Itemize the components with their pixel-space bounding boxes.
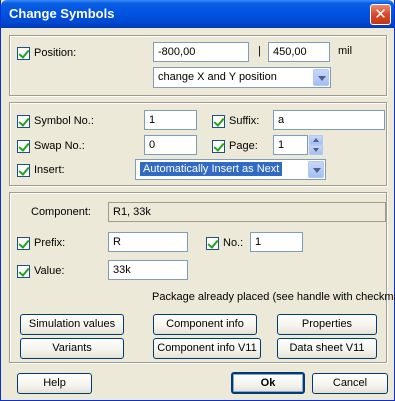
position-separator: |	[258, 45, 261, 57]
component-value: R1, 33k	[108, 202, 386, 222]
ok-button[interactable]: Ok	[231, 372, 305, 394]
component-info-v11-button[interactable]: Component info V11	[153, 338, 261, 359]
checkbox-checked-icon	[17, 236, 30, 250]
component-info-button[interactable]: Component info	[153, 314, 257, 335]
position-group: Position: -800,00 | 450,00 mil change X …	[9, 35, 387, 96]
chevron-down-icon[interactable]	[308, 161, 324, 178]
checkbox-checked-icon	[17, 114, 30, 128]
symbol-no-input[interactable]: 1	[144, 110, 197, 130]
no-input[interactable]: 1	[250, 232, 303, 252]
stepper-down-icon[interactable]	[309, 145, 323, 155]
cancel-button[interactable]: Cancel	[312, 373, 388, 394]
simulation-values-button[interactable]: Simulation values	[20, 314, 124, 335]
value-label: Value:	[34, 265, 65, 277]
package-status-text: Package already placed (see handle with …	[152, 291, 395, 303]
checkbox-checked-icon	[17, 139, 30, 153]
checkbox-checked-icon	[17, 46, 30, 60]
swap-no-label: Swap No.:	[34, 140, 85, 152]
position-label: Position:	[34, 47, 77, 59]
close-button[interactable]: ✕	[370, 4, 391, 25]
no-label: No.:	[223, 237, 244, 249]
position-y-input[interactable]: 450,00	[268, 42, 330, 62]
title-bar[interactable]: Change Symbols ✕	[1, 0, 394, 28]
position-checkbox[interactable]: Position:	[17, 45, 76, 61]
insert-checkbox[interactable]: Insert:	[17, 162, 65, 178]
position-x-input[interactable]: -800,00	[153, 42, 249, 62]
checkbox-checked-icon	[206, 236, 219, 250]
swap-no-input[interactable]: 0	[144, 135, 197, 155]
properties-button[interactable]: Properties	[277, 314, 377, 335]
position-mode-select[interactable]: change X and Y position	[153, 67, 331, 88]
page-checkbox[interactable]: Page:	[212, 138, 258, 154]
page-stepper[interactable]	[309, 135, 323, 155]
suffix-label: Suffix:	[229, 115, 260, 127]
prefix-label: Prefix:	[34, 237, 66, 249]
dialog-title: Change Symbols	[9, 6, 115, 21]
page-label: Page:	[229, 140, 258, 152]
close-icon: ✕	[374, 5, 387, 23]
chevron-down-icon[interactable]	[313, 69, 329, 86]
swap-no-checkbox[interactable]: Swap No.:	[17, 138, 85, 154]
checkbox-checked-icon	[17, 264, 30, 278]
prefix-checkbox[interactable]: Prefix:	[17, 235, 65, 251]
checkbox-checked-icon	[17, 163, 30, 177]
checkbox-checked-icon	[212, 139, 225, 153]
insert-mode-select[interactable]: Automatically Insert as Next	[135, 159, 326, 180]
position-unit: mil	[338, 45, 353, 57]
page-input[interactable]: 1	[273, 135, 308, 155]
help-button[interactable]: Help	[17, 373, 92, 394]
insert-mode-value: Automatically Insert as Next	[140, 162, 283, 176]
position-mode-value: change X and Y position	[158, 71, 277, 83]
symbol-no-label: Symbol No.:	[34, 115, 94, 127]
change-symbols-dialog: Change Symbols ✕ Position: -800,00 | 450…	[0, 0, 395, 401]
value-checkbox[interactable]: Value:	[17, 263, 64, 279]
data-sheet-v11-button[interactable]: Data sheet V11	[277, 338, 377, 359]
symbol-group: Symbol No.: 1 Suffix: a Swap No.: 0 Page…	[9, 102, 387, 186]
no-checkbox[interactable]: No.:	[206, 235, 243, 251]
checkbox-checked-icon	[212, 114, 225, 128]
symbol-no-checkbox[interactable]: Symbol No.:	[17, 113, 94, 129]
prefix-input[interactable]: R	[108, 232, 188, 252]
component-group: Component: R1, 33k Prefix: R No.: 1 Valu…	[9, 192, 395, 363]
suffix-checkbox[interactable]: Suffix:	[212, 113, 259, 129]
component-label: Component:	[31, 206, 91, 218]
stepper-up-icon[interactable]	[309, 135, 323, 145]
variants-button[interactable]: Variants	[20, 338, 124, 359]
value-input[interactable]: 33k	[108, 260, 188, 280]
insert-label: Insert:	[34, 164, 65, 176]
suffix-input[interactable]: a	[273, 110, 385, 130]
